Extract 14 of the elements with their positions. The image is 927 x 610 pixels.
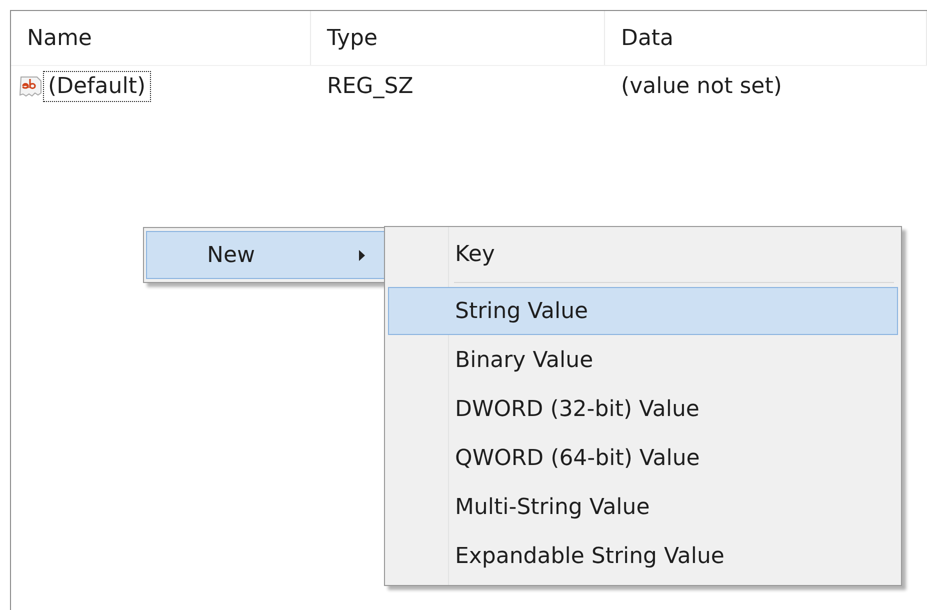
column-header[interactable]: Data <box>605 11 927 65</box>
value-type: REG_SZ <box>326 74 414 98</box>
menu-item[interactable]: DWORD (32-bit) Value <box>388 385 898 433</box>
menu-item[interactable]: String Value <box>388 287 898 335</box>
value-data: (value not set) <box>620 74 783 98</box>
menu-item[interactable]: QWORD (64-bit) Value <box>388 434 898 482</box>
column-header[interactable]: Type <box>311 11 605 65</box>
menu-item[interactable]: Key <box>388 230 898 278</box>
menu-item[interactable]: Multi-String Value <box>388 483 898 531</box>
menu-item[interactable]: New <box>146 231 386 279</box>
menu-item[interactable]: Binary Value <box>388 336 898 384</box>
menu-item[interactable]: Expandable String Value <box>388 532 898 580</box>
column-header[interactable]: Name <box>11 11 311 65</box>
value-name[interactable]: (Default) <box>43 70 151 102</box>
